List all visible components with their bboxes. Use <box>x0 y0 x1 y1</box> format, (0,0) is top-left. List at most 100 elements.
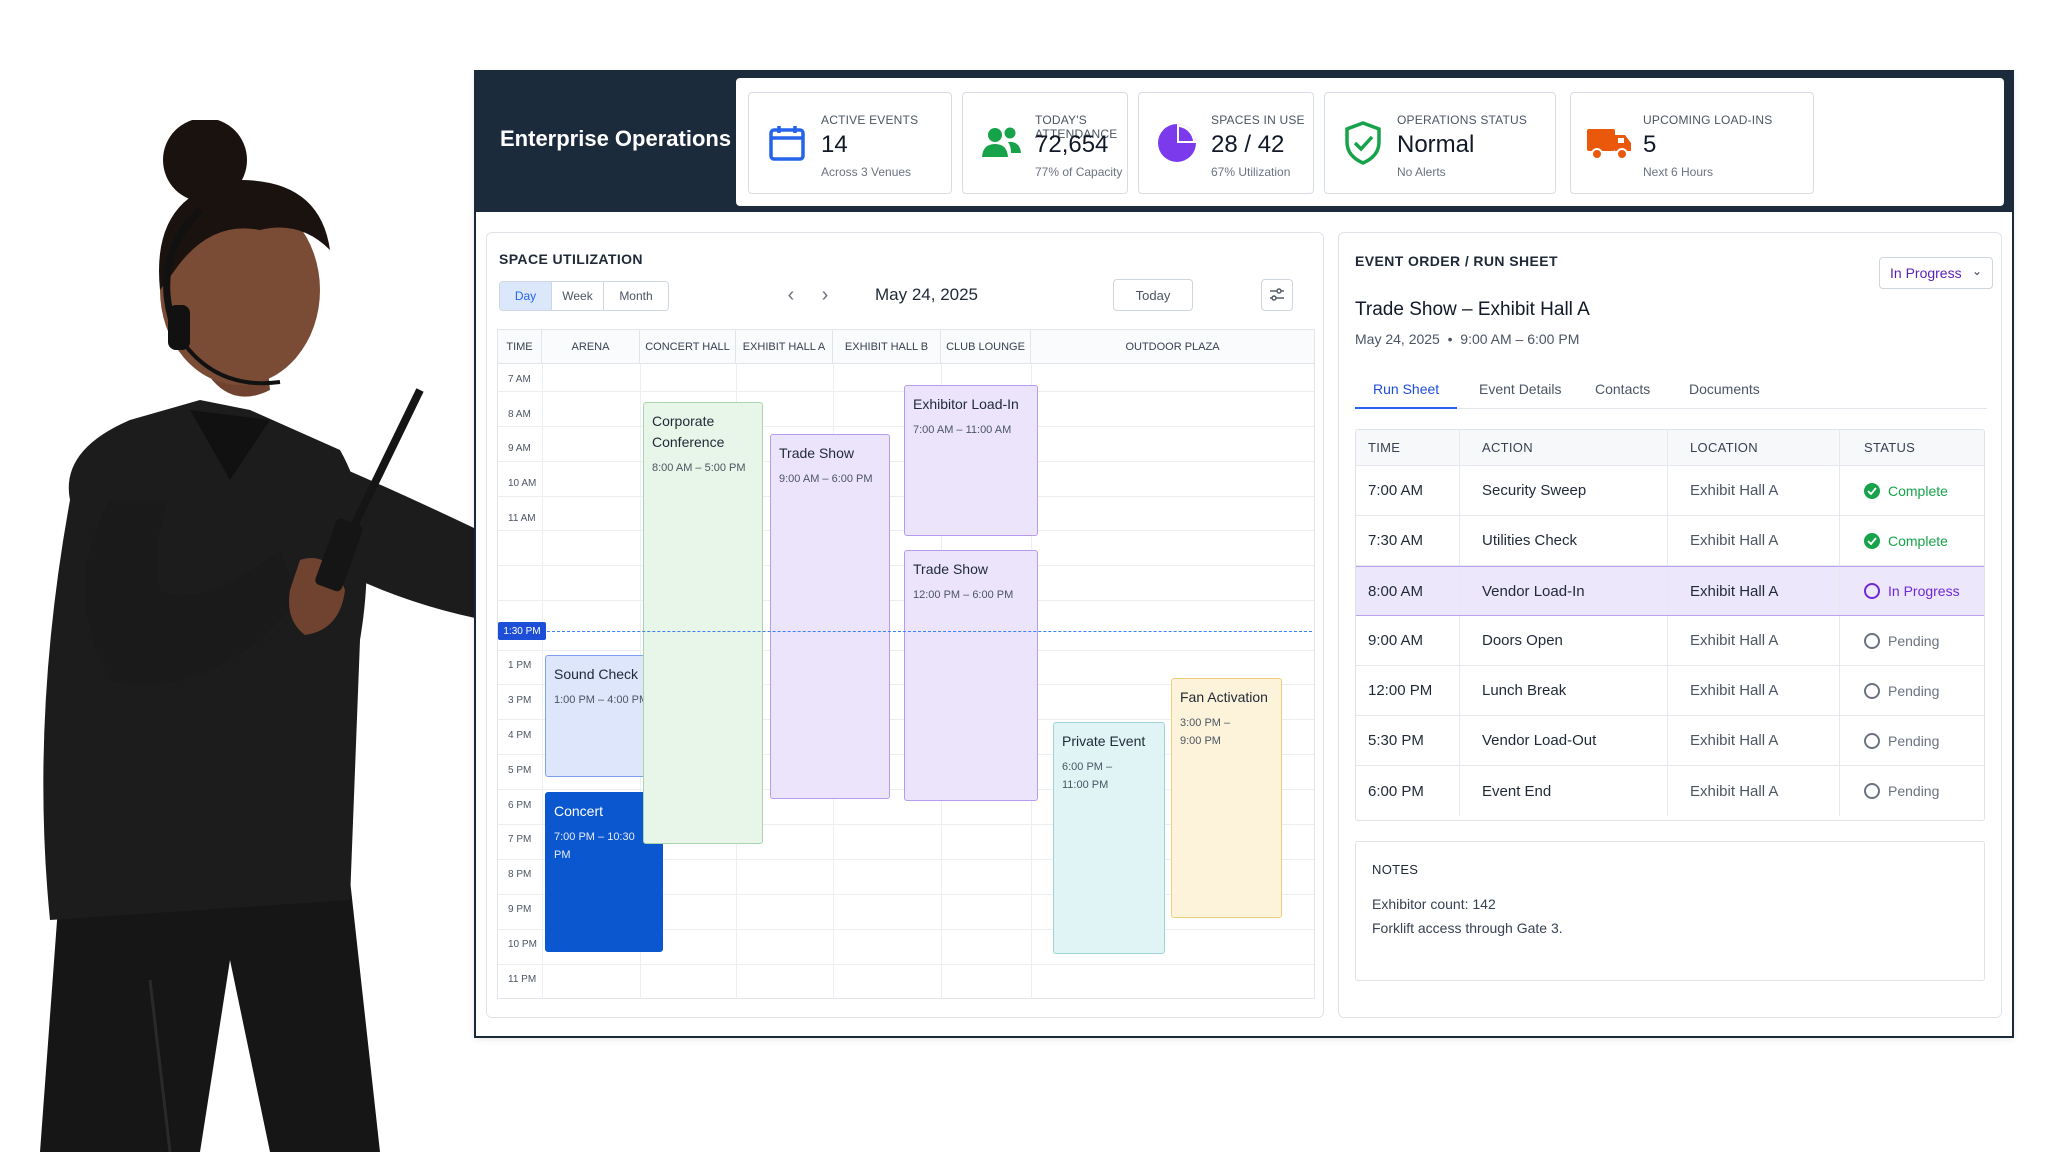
column-header-outdoor-plaza: OUTDOOR PLAZA <box>1031 330 1314 364</box>
row-location: Exhibit Hall A <box>1668 616 1840 665</box>
table-row[interactable]: 7:00 AM Security Sweep Exhibit Hall A Co… <box>1356 466 1984 516</box>
table-row[interactable]: 12:00 PM Lunch Break Exhibit Hall A Pend… <box>1356 666 1984 716</box>
row-status: Complete <box>1840 516 1984 565</box>
event-trade-show-hall-b[interactable]: Trade Show 12:00 PM – 6:00 PM <box>904 550 1038 801</box>
event-private-event[interactable]: Private Event 6:00 PM – 11:00 PM <box>1053 722 1165 954</box>
next-day-button[interactable]: › <box>813 283 837 307</box>
app-window: Enterprise Operations ACTIVE EVENTS 14 A… <box>474 70 2014 1038</box>
time-label: 11 AM <box>508 513 536 524</box>
tab-event-details[interactable]: Event Details <box>1479 381 1561 397</box>
event-title: Private Event <box>1062 733 1146 749</box>
kpi-label: SPACES IN USE <box>1211 113 1305 127</box>
pending-circle-icon <box>1864 632 1880 649</box>
row-status: Pending <box>1840 766 1984 816</box>
event-title: Trade Show <box>779 445 854 461</box>
event-trade-show-hall-a[interactable]: Trade Show 9:00 AM – 6:00 PM <box>770 434 890 799</box>
event-time: 7:00 PM – 10:30 PM <box>554 831 635 861</box>
kpi-value: 28 / 42 <box>1211 131 1285 158</box>
date-label: May 24, 2025 <box>875 285 979 304</box>
kpi-value: Normal <box>1397 131 1475 158</box>
table-row[interactable]: 6:00 PM Event End Exhibit Hall A Pending <box>1356 766 1984 816</box>
kpi-card-spaces[interactable]: SPACES IN USE 28 / 42 67% Utilization <box>1138 92 1314 194</box>
event-title: Trade Show <box>913 561 988 577</box>
calendar-icon <box>763 119 811 167</box>
note-line: Forklift access through Gate 3. <box>1372 920 1563 936</box>
today-button[interactable]: Today <box>1113 279 1193 311</box>
tab-documents[interactable]: Documents <box>1689 381 1760 397</box>
time-label: 9 PM <box>508 904 532 915</box>
view-week-button[interactable]: Week <box>552 282 604 310</box>
prev-day-button[interactable]: ‹ <box>779 283 803 307</box>
event-title: Trade Show – Exhibit Hall A <box>1355 299 1590 320</box>
kpi-card-attendance[interactable]: TODAY'S ATTENDANCE 72,654 77% of Capacit… <box>962 92 1128 194</box>
time-label: 11 PM <box>508 974 537 985</box>
time-label: 4 PM <box>508 730 532 741</box>
kpi-subtext: Next 6 Hours <box>1643 165 1714 179</box>
kpi-subtext: Across 3 Venues <box>821 165 912 179</box>
space-utilization-panel: SPACE UTILIZATION Day Week Month ‹ › May… <box>486 232 1324 1018</box>
pending-circle-icon <box>1864 732 1880 749</box>
kpi-label: OPERATIONS STATUS <box>1397 113 1528 127</box>
pie-icon <box>1153 119 1201 167</box>
pending-circle-icon <box>1864 682 1880 699</box>
filter-button[interactable] <box>1261 279 1293 311</box>
event-exhibitor-load-in[interactable]: Exhibitor Load-In 7:00 AM – 11:00 AM <box>904 385 1038 536</box>
kpi-card-active-events[interactable]: ACTIVE EVENTS 14 Across 3 Venues <box>748 92 952 194</box>
row-status: Pending <box>1840 666 1984 715</box>
table-row[interactable]: 5:30 PM Vendor Load-Out Exhibit Hall A P… <box>1356 716 1984 766</box>
kpi-subtext: 67% Utilization <box>1211 165 1291 179</box>
tab-run-sheet[interactable]: Run Sheet <box>1373 381 1439 397</box>
row-location: Exhibit Hall A <box>1668 516 1840 565</box>
time-label: 7 PM <box>508 834 532 845</box>
status-dropdown[interactable]: In Progress ⌄ <box>1879 257 1993 289</box>
view-month-button[interactable]: Month <box>604 282 668 310</box>
time-label: 10 PM <box>508 939 537 950</box>
row-action: Doors Open <box>1460 616 1668 665</box>
check-circle-icon <box>1864 532 1880 549</box>
status-label: Complete <box>1888 482 1948 499</box>
tab-contacts[interactable]: Contacts <box>1595 381 1650 397</box>
notes-title: NOTES <box>1372 862 1419 877</box>
kpi-strip: ACTIVE EVENTS 14 Across 3 Venues TODAY'S… <box>736 78 2004 206</box>
note-line: Exhibitor count: 142 <box>1372 896 1496 912</box>
row-location: Exhibit Hall A <box>1668 466 1840 515</box>
event-title: Concert <box>554 803 604 819</box>
table-row[interactable]: 9:00 AM Doors Open Exhibit Hall A Pendin… <box>1356 616 1984 666</box>
users-icon <box>977 119 1025 167</box>
row-location: Exhibit Hall A <box>1668 666 1840 715</box>
current-time-line <box>542 631 1312 632</box>
row-location: Exhibit Hall A <box>1668 716 1840 765</box>
calendar-grid: TIME ARENA CONCERT HALL EXHIBIT HALL A E… <box>497 329 1315 999</box>
run-sheet-table: TIME ACTION LOCATION STATUS 7:00 AM Secu… <box>1355 429 1985 821</box>
kpi-value: 5 <box>1643 131 1657 158</box>
status-dropdown-value: In Progress <box>1890 265 1962 281</box>
column-header-time: TIME <box>1356 430 1460 465</box>
event-fan-activation[interactable]: Fan Activation 3:00 PM – 9:00 PM <box>1171 678 1282 918</box>
kpi-card-load-ins[interactable]: UPCOMING LOAD-INS 5 Next 6 Hours <box>1570 92 1814 194</box>
column-header-location: LOCATION <box>1668 430 1840 465</box>
row-time: 8:00 AM <box>1356 567 1460 615</box>
chevron-down-icon: ⌄ <box>1971 264 1982 278</box>
table-row-active[interactable]: 8:00 AM Vendor Load-In Exhibit Hall A In… <box>1356 566 1984 616</box>
kpi-subtext: No Alerts <box>1397 165 1446 179</box>
time-label: 10 AM <box>508 478 537 489</box>
kpi-label: ACTIVE EVENTS <box>821 113 919 127</box>
row-action: Vendor Load-Out <box>1460 716 1668 765</box>
time-label: 7 AM <box>508 374 531 385</box>
kpi-card-operations-status[interactable]: OPERATIONS STATUS Normal No Alerts <box>1324 92 1556 194</box>
row-action: Security Sweep <box>1460 466 1668 515</box>
table-row[interactable]: 7:30 AM Utilities Check Exhibit Hall A C… <box>1356 516 1984 566</box>
row-location: Exhibit Hall A <box>1668 567 1840 615</box>
kpi-value: 14 <box>821 131 848 158</box>
event-corporate-conference[interactable]: Corporate Conference 8:00 AM – 5:00 PM <box>643 402 763 844</box>
event-time: 1:00 PM – 4:00 PM <box>554 694 649 706</box>
row-time: 7:30 AM <box>1356 516 1460 565</box>
event-title: Corporate Conference <box>652 413 725 450</box>
view-day-button[interactable]: Day <box>500 282 552 310</box>
run-sheet-panel: EVENT ORDER / RUN SHEET In Progress ⌄ Tr… <box>1338 232 2002 1018</box>
event-meta: May 24, 2025 • 9:00 AM – 6:00 PM <box>1355 331 1580 347</box>
chevron-left-icon: ‹ <box>787 283 795 306</box>
row-status: Pending <box>1840 616 1984 665</box>
kpi-subtext: 77% of Capacity <box>1035 165 1123 179</box>
row-location: Exhibit Hall A <box>1668 766 1840 816</box>
